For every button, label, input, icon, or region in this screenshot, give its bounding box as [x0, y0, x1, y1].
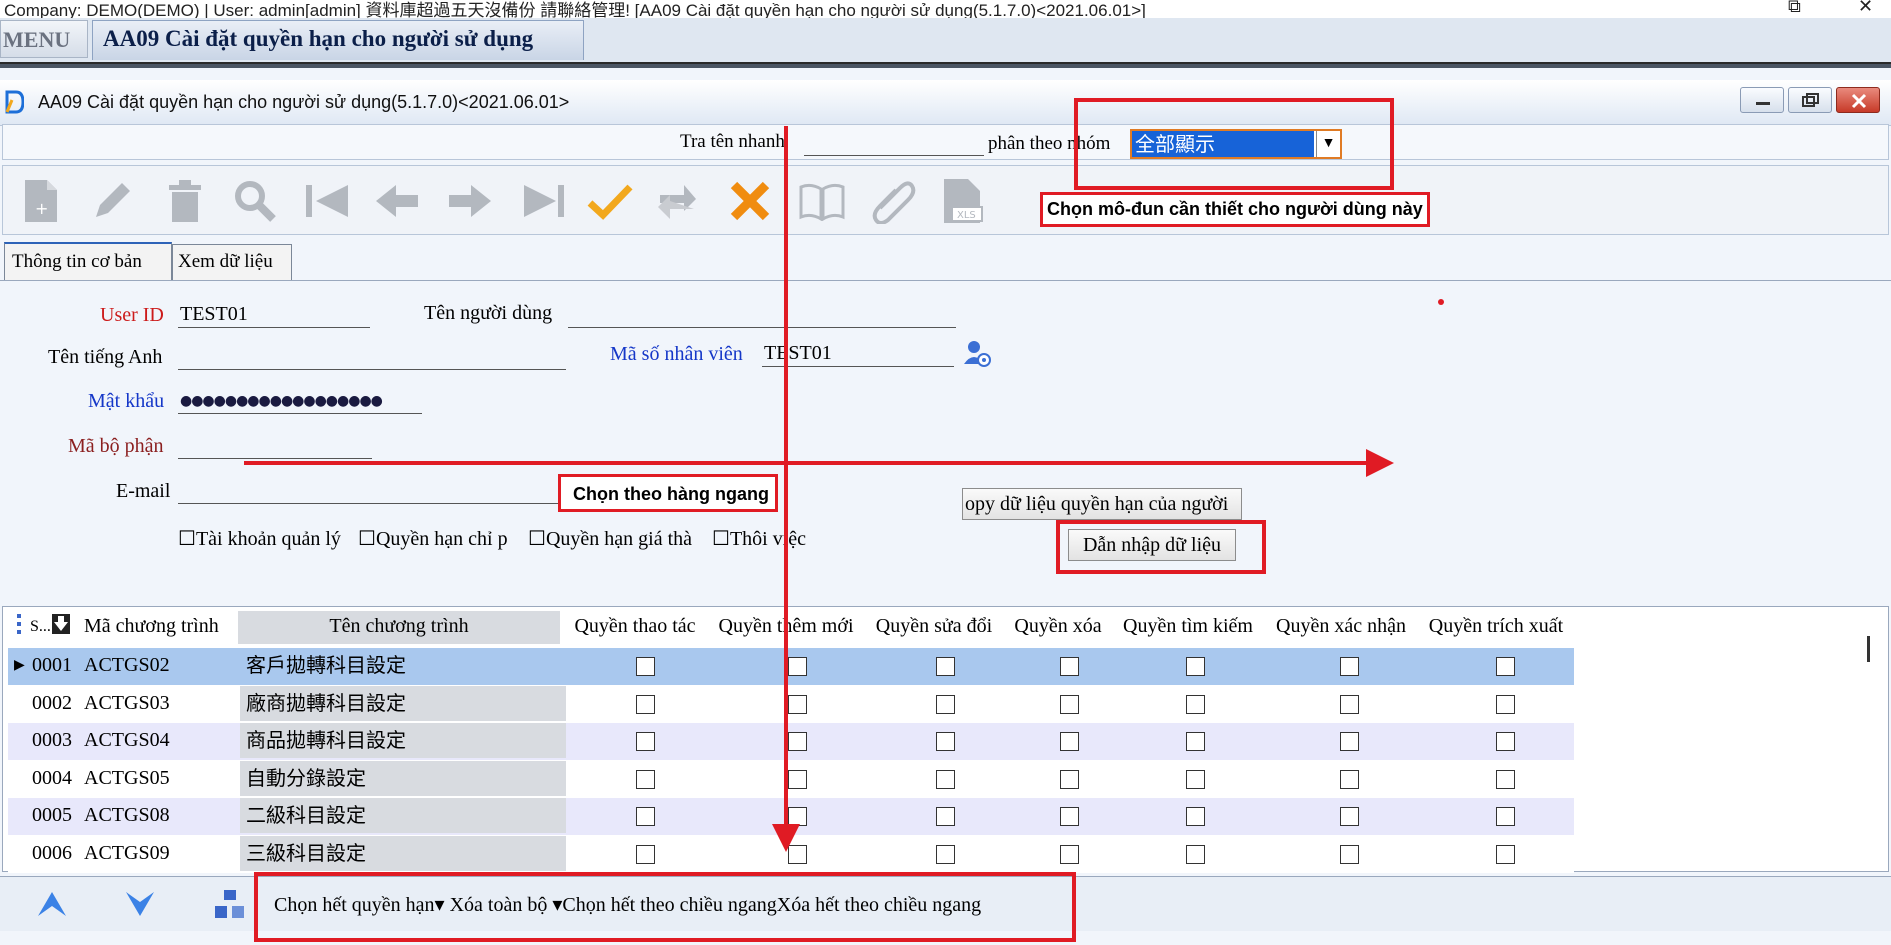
annotation-horizontal-arrow-head — [1366, 449, 1394, 477]
annotation-arrows — [244, 126, 1394, 852]
annotation-vertical-arrow-head — [772, 824, 800, 852]
